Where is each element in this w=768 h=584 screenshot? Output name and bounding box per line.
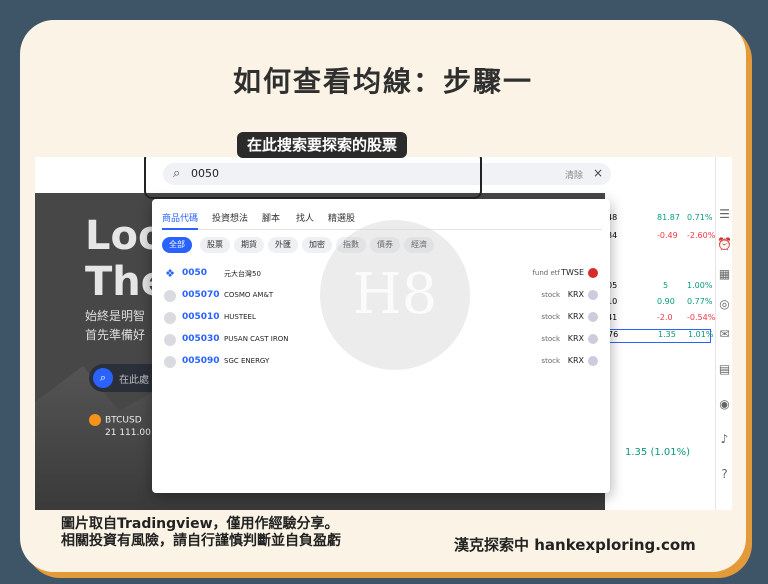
idea-icon[interactable]: ◎ xyxy=(716,297,732,311)
korea-flag-icon xyxy=(588,334,598,344)
chat-icon[interactable]: ✉ xyxy=(716,327,732,341)
tab-people[interactable]: 找人 xyxy=(296,211,314,224)
result-type: fund etf xyxy=(532,269,560,277)
list-icon[interactable]: ☰ xyxy=(716,207,732,221)
result-name: COSMO AM&T xyxy=(224,291,274,299)
chip-futures[interactable]: 期貨 xyxy=(234,237,264,253)
tab-symbols[interactable]: 商品代碼 xyxy=(162,211,199,230)
brand-label: 漢克探索中 hankexploring.com xyxy=(454,536,696,554)
result-exchange: TWSE xyxy=(561,268,584,277)
disclaimer-line2: 相關投資有風險，請自行謹慎判斷並自負盈虧 xyxy=(61,533,341,549)
btc-symbol: BTCUSD xyxy=(105,415,142,426)
etf-icon: ❖ xyxy=(164,267,176,280)
close-icon[interactable]: × xyxy=(593,166,603,180)
bitcoin-icon xyxy=(89,414,101,426)
hero-subtext-line1: 始終是明智 xyxy=(85,309,146,323)
btc-ticker[interactable]: BTCUSD 21 111.00 xyxy=(89,414,151,439)
disclaimer-line1: 圖片取自Tradingview，僅用作經驗分享。 xyxy=(61,516,339,532)
result-name: SGC ENERGY xyxy=(224,357,270,365)
result-name: PUSAN CAST IRON xyxy=(224,335,289,343)
taiwan-flag-icon xyxy=(588,268,598,278)
result-type: stock xyxy=(541,313,560,321)
result-exchange: KRX xyxy=(567,356,584,365)
symbol-icon xyxy=(164,334,176,346)
news-icon[interactable]: ▤ xyxy=(716,362,732,376)
hero-subtext: 始終是明智 首先準備好 xyxy=(85,307,145,345)
korea-flag-icon xyxy=(588,312,598,322)
result-exchange: KRX xyxy=(567,312,584,321)
chip-all[interactable]: 全部 xyxy=(162,237,192,253)
help-icon[interactable]: ? xyxy=(716,467,732,481)
tab-scripts[interactable]: 腳本 xyxy=(262,211,280,224)
disclaimer: 圖片取自Tradingview，僅用作經驗分享。 相關投資有風險，請自行謹慎判斷… xyxy=(61,516,341,550)
result-exchange: KRX xyxy=(567,334,584,343)
content-card: 如何查看均線：步驟一 在此搜索要探索的股票 ⌕ 0050 清除 × Loo Th… xyxy=(20,20,746,572)
right-toolbar: ☰ ⏰ ▦ ◎ ✉ ▤ ◉ ♪ ? xyxy=(715,157,732,510)
result-code: 005090 xyxy=(182,356,220,366)
tab-featured[interactable]: 精選股 xyxy=(328,211,355,224)
watchlist-panel: 48 81.87 0.71% 34 -0.49 -2.60% 05 5 1.00% 10 0.… xyxy=(605,193,715,510)
hero-search-placeholder: 在此處 xyxy=(119,375,149,386)
result-type: stock xyxy=(541,291,560,299)
result-exchange: KRX xyxy=(567,290,584,299)
tab-ideas[interactable]: 投資想法 xyxy=(212,211,248,224)
korea-flag-icon xyxy=(588,356,598,366)
search-highlight-frame xyxy=(144,157,482,199)
result-code: 005030 xyxy=(182,334,220,344)
chip-crypto[interactable]: 加密 xyxy=(302,237,332,253)
result-name: HUSTEEL xyxy=(224,313,256,321)
result-code: 005010 xyxy=(182,312,220,322)
result-name: 元大台灣50 xyxy=(224,270,261,278)
hero-subtext-line2: 首先準備好 xyxy=(85,328,146,342)
calendar-icon[interactable]: ▦ xyxy=(716,267,732,281)
notification-icon[interactable]: ♪ xyxy=(716,432,732,446)
btc-value: 21 111.00 xyxy=(105,427,151,438)
result-type: stock xyxy=(541,335,560,343)
result-code: 005070 xyxy=(182,290,220,300)
clear-button[interactable]: 清除 xyxy=(565,168,583,181)
symbol-icon xyxy=(164,290,176,302)
search-icon: ⌕ xyxy=(93,368,113,388)
watermark-logo: H8 xyxy=(320,220,470,370)
symbol-icon xyxy=(164,356,176,368)
callout-label: 在此搜索要探索的股票 xyxy=(237,132,408,158)
korea-flag-icon xyxy=(588,290,598,300)
page-title: 如何查看均線：步驟一 xyxy=(232,65,533,98)
symbol-icon xyxy=(164,312,176,324)
alarm-icon[interactable]: ⏰ xyxy=(716,237,732,251)
broadcast-icon[interactable]: ◉ xyxy=(716,397,732,411)
watchlist-row-selected[interactable]: 76 1.35 1.01% xyxy=(605,329,713,343)
chip-forex[interactable]: 外匯 xyxy=(268,237,298,253)
chip-stocks[interactable]: 股票 xyxy=(200,237,230,253)
result-type: stock xyxy=(541,357,560,365)
top-bar: ⌕ 0050 清除 × xyxy=(35,157,732,199)
result-code: 0050 xyxy=(182,268,208,278)
